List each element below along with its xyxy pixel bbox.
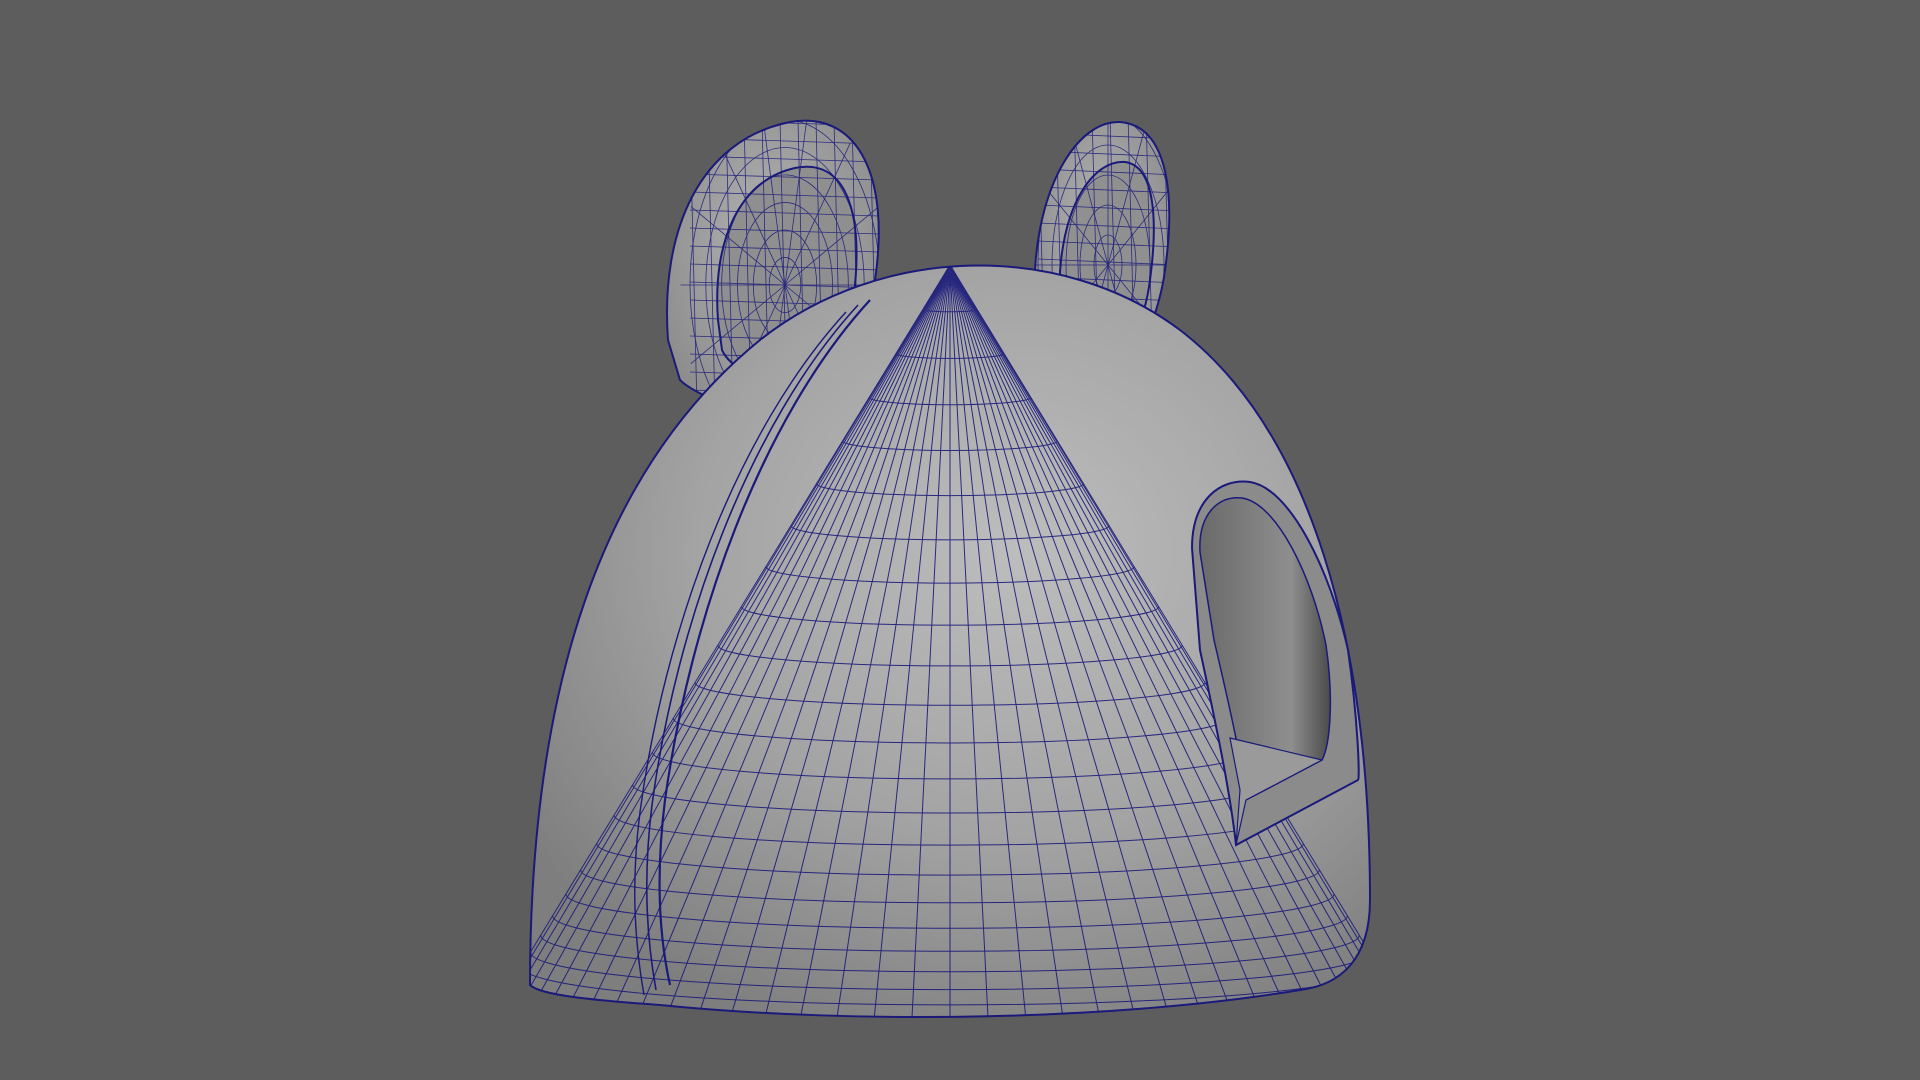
modeling-viewport[interactable] bbox=[0, 0, 1920, 1080]
ear-grid-line bbox=[1038, 115, 1178, 121]
viewport-canvas[interactable] bbox=[0, 0, 1920, 1080]
